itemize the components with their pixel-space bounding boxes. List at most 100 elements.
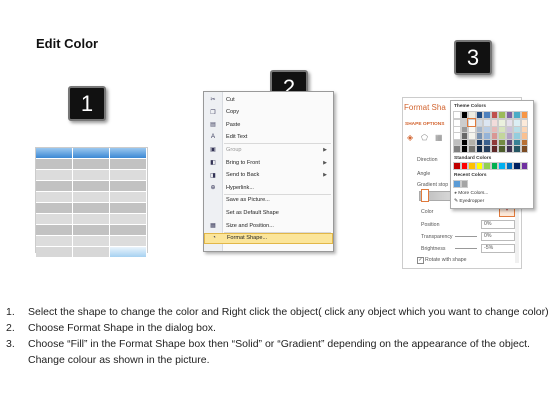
theme-color-shade-swatch[interactable] [475, 145, 483, 153]
menu-item-hyperlink[interactable]: ⊕ Hyperlink... [204, 182, 333, 193]
theme-color-shade-swatch[interactable] [490, 125, 498, 133]
more-colors-item[interactable]: ◕ More Colors... [454, 191, 488, 196]
menu-item-size-and-position[interactable]: ▦ Size and Position... [204, 220, 333, 231]
theme-color-shade-swatch[interactable] [453, 125, 461, 133]
theme-color-swatch[interactable] [475, 111, 483, 119]
theme-color-shade-swatch[interactable] [498, 138, 506, 146]
theme-color-shade-swatch[interactable] [520, 145, 528, 153]
standard-color-swatch[interactable] [475, 162, 483, 170]
transparency-input[interactable]: 0% [481, 232, 515, 241]
menu-item-set-as-default-shape[interactable]: Set as Default Shape [204, 207, 333, 218]
standard-color-swatch[interactable] [483, 162, 491, 170]
theme-color-shade-swatch[interactable] [505, 132, 513, 140]
menu-item-copy[interactable]: ❐ Copy [204, 107, 333, 118]
theme-color-shade-swatch[interactable] [475, 132, 483, 140]
theme-color-shade-swatch[interactable] [490, 132, 498, 140]
theme-color-shade-swatch[interactable] [513, 119, 521, 127]
theme-color-swatch[interactable] [513, 111, 521, 119]
standard-color-swatch[interactable] [453, 162, 461, 170]
menu-item-group[interactable]: ▣ Group ▶ [204, 144, 333, 155]
theme-color-shade-swatch[interactable] [513, 125, 521, 133]
brightness-slider[interactable] [455, 248, 477, 249]
theme-color-shade-swatch[interactable] [483, 145, 491, 153]
standard-color-swatch[interactable] [513, 162, 521, 170]
theme-color-shade-swatch[interactable] [520, 138, 528, 146]
theme-color-shade-swatch[interactable] [453, 145, 461, 153]
theme-color-shade-swatch[interactable] [475, 119, 483, 127]
position-input[interactable]: 0% [481, 220, 515, 229]
theme-color-swatch[interactable] [453, 111, 461, 119]
theme-color-shade-swatch[interactable] [513, 132, 521, 140]
theme-color-shade-swatch[interactable] [520, 119, 528, 127]
table-cell [36, 247, 73, 257]
theme-color-shade-swatch[interactable] [475, 138, 483, 146]
menu-item-edit-text[interactable]: A Edit Text [204, 132, 333, 143]
theme-color-shade-swatch[interactable] [498, 145, 506, 153]
theme-color-shade-swatch[interactable] [490, 119, 498, 127]
theme-color-shade-swatch[interactable] [475, 125, 483, 133]
menu-item-paste[interactable]: ▤ Paste [204, 119, 333, 130]
table-cell [73, 159, 110, 169]
effects-icon[interactable]: ⬠ [421, 133, 428, 142]
standard-color-swatch[interactable] [520, 162, 528, 170]
theme-color-shade-swatch[interactable] [468, 125, 476, 133]
menu-item-format-shape[interactable]: ◔ Format Shape... [204, 232, 333, 244]
theme-color-shade-swatch[interactable] [468, 145, 476, 153]
menu-item-label: Set as Default Shape [226, 209, 279, 216]
theme-color-swatch[interactable] [498, 111, 506, 119]
gradient-stop-handle[interactable] [421, 189, 429, 202]
menu-item-cut[interactable]: ✂ Cut [204, 94, 333, 105]
theme-color-shade-swatch[interactable] [498, 132, 506, 140]
theme-color-swatch[interactable] [483, 111, 491, 119]
theme-color-shade-swatch[interactable] [460, 125, 468, 133]
theme-color-shade-swatch[interactable] [460, 145, 468, 153]
menu-item-save-as-picture[interactable]: Save as Picture... [204, 195, 333, 206]
rotate-checkbox[interactable]: ✓ [417, 257, 424, 264]
theme-color-shade-swatch[interactable] [505, 125, 513, 133]
theme-color-shade-swatch[interactable] [513, 138, 521, 146]
eyedropper-item[interactable]: ✎ Eyedropper [454, 199, 484, 204]
theme-color-swatch[interactable] [468, 111, 476, 119]
theme-color-swatch[interactable] [460, 111, 468, 119]
theme-color-shade-swatch[interactable] [520, 125, 528, 133]
theme-color-shade-swatch[interactable] [468, 138, 476, 146]
standard-color-swatch[interactable] [498, 162, 506, 170]
standard-color-swatch[interactable] [505, 162, 513, 170]
standard-color-swatch[interactable] [460, 162, 468, 170]
theme-color-shade-swatch[interactable] [513, 145, 521, 153]
theme-color-shade-swatch[interactable] [490, 145, 498, 153]
theme-color-swatch[interactable] [505, 111, 513, 119]
theme-color-shade-swatch[interactable] [505, 145, 513, 153]
theme-color-shade-swatch[interactable] [483, 138, 491, 146]
table-cell [73, 170, 110, 180]
sample-table[interactable] [35, 147, 148, 258]
menu-item-bring-to-front[interactable]: ◧ Bring to Front ▶ [204, 157, 333, 168]
size-icon[interactable]: ▦ [435, 133, 443, 142]
theme-color-shade-swatch[interactable] [483, 132, 491, 140]
theme-color-shade-swatch[interactable] [453, 119, 461, 127]
theme-color-shade-swatch[interactable] [505, 119, 513, 127]
theme-color-shade-swatch[interactable] [460, 138, 468, 146]
theme-color-shade-swatch[interactable] [490, 138, 498, 146]
standard-color-swatch[interactable] [490, 162, 498, 170]
theme-color-shade-swatch[interactable] [453, 132, 461, 140]
standard-color-swatch[interactable] [468, 162, 476, 170]
theme-color-shade-swatch[interactable] [468, 132, 476, 140]
theme-color-shade-swatch[interactable] [498, 125, 506, 133]
theme-color-swatch[interactable] [490, 111, 498, 119]
theme-color-shade-swatch[interactable] [505, 138, 513, 146]
recent-color-swatch[interactable] [453, 180, 461, 188]
recent-color-swatch[interactable] [460, 180, 468, 188]
fill-icon[interactable]: ◈ [407, 133, 413, 142]
shape-options-tab[interactable]: SHAPE OPTIONS [405, 122, 444, 127]
theme-color-shade-swatch[interactable] [498, 119, 506, 127]
theme-color-swatch[interactable] [520, 111, 528, 119]
theme-color-shade-swatch[interactable] [520, 132, 528, 140]
menu-item-send-to-back[interactable]: ◨ Send to Back ▶ [204, 170, 333, 181]
theme-color-shade-swatch[interactable] [483, 119, 491, 127]
theme-color-shade-swatch[interactable] [460, 132, 468, 140]
transparency-slider[interactable] [455, 236, 477, 237]
theme-color-shade-swatch[interactable] [453, 138, 461, 146]
brightness-input[interactable]: -5% [481, 244, 515, 253]
theme-color-shade-swatch[interactable] [483, 125, 491, 133]
